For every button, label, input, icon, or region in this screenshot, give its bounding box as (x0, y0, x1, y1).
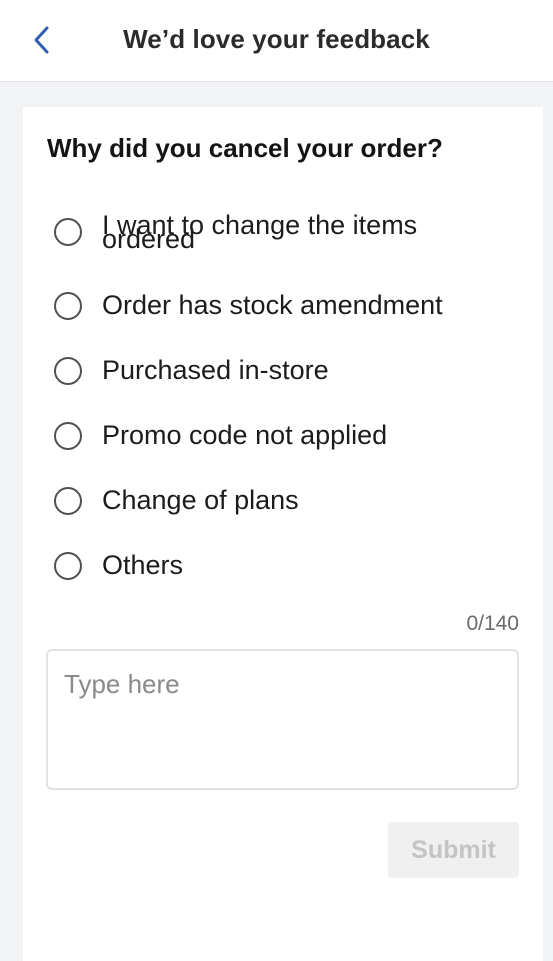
option-stock-amendment[interactable]: Order has stock amendment (53, 286, 513, 330)
option-label: Change of plans (102, 485, 299, 515)
option-others[interactable]: Others (53, 546, 513, 590)
radio-button[interactable] (54, 422, 82, 450)
option-label: Purchased in-store (102, 355, 329, 385)
radio-button[interactable] (54, 292, 82, 320)
page-title: We’d love your feedback (123, 24, 430, 54)
option-promo-code[interactable]: Promo code not applied (53, 416, 513, 460)
option-purchased-in-store[interactable]: Purchased in-store (53, 351, 513, 395)
submit-button[interactable]: Submit (388, 822, 519, 878)
radio-button[interactable] (54, 218, 82, 246)
question-heading: Why did you cancel your order? (47, 133, 443, 163)
radio-button[interactable] (54, 357, 82, 385)
option-label: Others (102, 550, 184, 580)
radio-button[interactable] (54, 487, 82, 515)
option-label: I want to change the items ordered (102, 210, 418, 254)
feedback-card: Why did you cancel your order? I want to… (23, 107, 543, 961)
option-change-of-plans[interactable]: Change of plans (53, 481, 513, 525)
radio-button[interactable] (54, 552, 82, 580)
option-label: Promo code not applied (102, 420, 388, 450)
top-bar: We’d love your feedback (0, 0, 553, 82)
feedback-textarea[interactable] (46, 649, 519, 790)
character-counter: 0/140 (466, 612, 519, 635)
option-change-items[interactable]: I want to change the items ordered (53, 212, 513, 256)
option-label: Order has stock amendment (102, 290, 443, 320)
